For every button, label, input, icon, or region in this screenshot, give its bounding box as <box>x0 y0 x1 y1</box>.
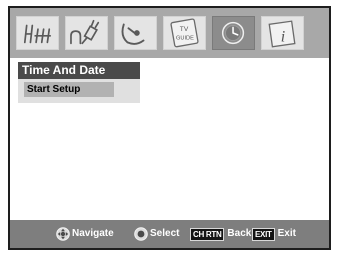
clock-icon <box>221 21 245 45</box>
antenna-icon <box>23 24 52 44</box>
tv-guide-icon-label-top: TV <box>180 26 189 33</box>
menu-panel: Start Setup <box>18 79 140 103</box>
satellite-dish-icon <box>121 23 145 45</box>
satellite-menu-tile[interactable] <box>114 16 157 50</box>
navigate-dial-icon <box>56 227 70 241</box>
menu-icon-bar: TV GUIDE i <box>10 8 329 58</box>
tv-guide-icon: TV GUIDE <box>170 18 199 48</box>
exit-hint: EXIT Exit <box>252 226 296 242</box>
exit-key: EXIT <box>252 227 275 241</box>
tv-guide-icon-label-bottom: GUIDE <box>176 36 194 42</box>
tv-menu-screen: TV GUIDE i Time And Date Start Setup Nav… <box>8 6 331 250</box>
navigate-hint: Navigate <box>56 226 114 242</box>
ch-rtn-key: CH RTN <box>190 227 225 241</box>
info-icon: i <box>268 20 296 48</box>
select-hint-label: Select <box>150 228 180 239</box>
navigate-hint-label: Navigate <box>72 228 114 239</box>
select-hint: Select <box>134 226 179 242</box>
start-setup-menu-item[interactable]: Start Setup <box>24 82 114 97</box>
info-menu-tile[interactable]: i <box>261 16 304 50</box>
plug-icon <box>70 19 100 45</box>
menu-title: Time And Date <box>18 62 140 79</box>
info-icon-glyph: i <box>281 28 285 45</box>
exit-hint-label: Exit <box>277 228 296 239</box>
time-and-date-menu-tile[interactable] <box>212 16 255 50</box>
input-menu-tile[interactable] <box>65 16 108 50</box>
back-hint-label: Back <box>227 228 252 239</box>
back-hint: CH RTN Back <box>190 226 251 242</box>
select-dial-icon <box>134 227 148 241</box>
antenna-menu-tile[interactable] <box>16 16 59 50</box>
tv-guide-menu-tile[interactable]: TV GUIDE <box>163 16 206 50</box>
help-bar: Navigate Select CH RTN Back EXIT Exit <box>10 220 329 248</box>
